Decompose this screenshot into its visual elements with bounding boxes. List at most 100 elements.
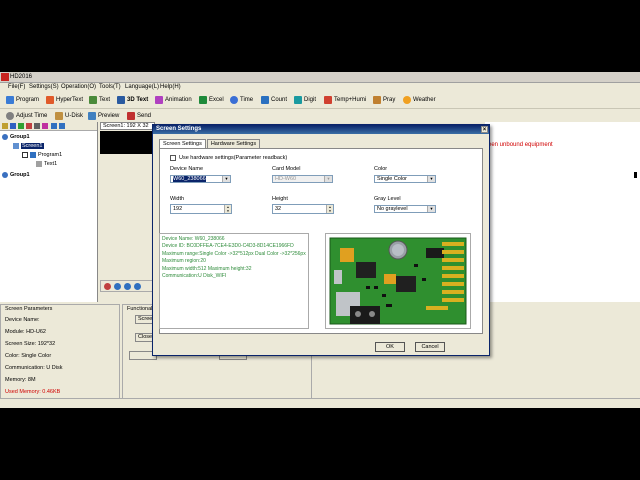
weather-label: Weather xyxy=(413,97,436,103)
device-info-box: Device Name: W60_238066 Device ID: BC0DF… xyxy=(159,233,309,329)
height-spinbox[interactable]: 32 ▲ ▼ xyxy=(272,204,334,214)
hypertext-button[interactable]: HyperText xyxy=(46,95,83,105)
adjust-time-label: Adjust Time xyxy=(16,113,48,119)
preview-icon xyxy=(88,112,96,120)
color-select[interactable]: Single Color ▼ xyxy=(374,175,436,183)
scroll-marker xyxy=(634,172,637,178)
menu-tools[interactable]: Tools(T) xyxy=(99,84,121,90)
dialog-title: Screen Settings xyxy=(156,126,202,132)
3d-text-icon xyxy=(117,96,125,104)
menu-settings[interactable]: Settings(S) xyxy=(29,84,59,90)
adjust-time-button[interactable]: Adjust Time xyxy=(6,111,47,121)
menu-file[interactable]: File(F) xyxy=(8,84,25,90)
add-icon[interactable] xyxy=(18,123,24,129)
tab-hardware-settings[interactable]: Hardware Settings xyxy=(206,139,261,148)
width-value: 192 xyxy=(173,206,183,212)
spin-arrows-icon[interactable]: ▲ ▼ xyxy=(224,205,231,213)
screen-node-icon xyxy=(13,143,19,149)
digit-label: Digit xyxy=(304,97,317,103)
text-button[interactable]: Text xyxy=(89,95,110,105)
program-node-icon xyxy=(30,152,36,158)
close-icon[interactable] xyxy=(42,123,48,129)
program-node-label: Program1 xyxy=(38,152,63,158)
3d-text-button[interactable]: 3D Text xyxy=(117,95,148,105)
folder-icon[interactable] xyxy=(2,123,8,129)
text-icon xyxy=(89,96,97,104)
text-label: Text xyxy=(99,97,111,103)
dialog-close-icon[interactable]: × xyxy=(481,126,488,133)
temp-humi-label: Temp+Humi xyxy=(334,97,367,103)
device-name-select[interactable]: W60_238066 ▼ xyxy=(170,175,231,183)
tree-text-1[interactable]: Text1 xyxy=(36,161,57,167)
checkbox-icon[interactable] xyxy=(22,152,28,158)
preview-button[interactable]: Preview xyxy=(88,111,119,121)
screen-icon[interactable] xyxy=(10,123,16,129)
use-hardware-checkbox[interactable] xyxy=(170,155,176,161)
menu-help[interactable]: Help(H) xyxy=(160,84,181,90)
group-icon xyxy=(2,134,8,140)
excel-icon xyxy=(199,96,207,104)
tree-screen-1[interactable]: Screen1 xyxy=(13,143,44,149)
main-toolbar: Program HyperText Text 3D Text Animation… xyxy=(0,92,640,109)
width-spinbox[interactable]: 192 ▲ ▼ xyxy=(170,204,232,214)
controller-card-image xyxy=(325,233,471,329)
program-button[interactable]: Program xyxy=(6,95,39,105)
card-model-label: Card Model xyxy=(272,166,301,172)
screen-parameters-panel: Screen Parameters Device Name: Module: H… xyxy=(0,304,120,399)
move-up-icon[interactable] xyxy=(51,123,57,129)
spin-arrows-icon[interactable]: ▲ ▼ xyxy=(326,205,333,213)
group-icon xyxy=(2,172,8,178)
copy-icon[interactable] xyxy=(34,123,40,129)
pray-label: Pray xyxy=(383,97,396,103)
fit-icon[interactable] xyxy=(134,283,141,290)
zoom-in-icon[interactable] xyxy=(114,283,121,290)
menu-language[interactable]: Language(L) xyxy=(125,84,159,90)
param-used-memory: Used Memory: 0.46KB xyxy=(5,389,61,395)
card-model-value: HD-W60 xyxy=(275,176,297,182)
info-line: Maximum range:Single Color ->32*512px Du… xyxy=(162,250,306,257)
cancel-button[interactable]: Cancel xyxy=(415,342,445,352)
zoom-out-icon[interactable] xyxy=(124,283,131,290)
tree-group-2[interactable]: Group1 xyxy=(2,172,30,178)
tab-screen-settings[interactable]: Screen Settings xyxy=(159,139,206,148)
u-disk-button[interactable]: U-Disk xyxy=(55,111,83,121)
param-communication: Communication: U Disk xyxy=(5,365,63,371)
excel-button[interactable]: Excel xyxy=(199,95,224,105)
weather-button[interactable]: Weather xyxy=(403,95,436,105)
pray-button[interactable]: Pray xyxy=(373,95,395,105)
animation-button[interactable]: Animation xyxy=(155,95,192,105)
u-disk-label: U-Disk xyxy=(65,113,83,119)
menu-operation[interactable]: Operation(O) xyxy=(61,84,96,90)
tree-program-1[interactable]: Program1 xyxy=(22,152,62,158)
time-button[interactable]: Time xyxy=(230,95,253,105)
digit-button[interactable]: Digit xyxy=(294,95,316,105)
func-title: Functional xyxy=(127,306,153,312)
hypertext-icon xyxy=(46,96,54,104)
gray-level-select[interactable]: No graylevel ▼ xyxy=(374,205,436,213)
screen-label: Screen1 xyxy=(21,143,44,149)
param-module: Module: HD-U62 xyxy=(5,329,46,335)
move-down-icon[interactable] xyxy=(59,123,65,129)
info-line: Communication:U Disk_WIFI xyxy=(162,273,227,280)
log-message: een unbound equipment xyxy=(488,142,553,148)
send-icon xyxy=(127,112,135,120)
window-title: HD2016 xyxy=(10,74,33,80)
stop-icon[interactable] xyxy=(104,283,111,290)
group-label: Group1 xyxy=(10,172,30,178)
tree-toolbar xyxy=(0,122,97,131)
preview-toolbar xyxy=(100,280,155,292)
clock-icon xyxy=(230,96,238,104)
secondary-toolbar: Adjust Time U-Disk Preview Send xyxy=(0,109,640,121)
tree-group-1[interactable]: Group1 xyxy=(2,134,30,140)
gray-level-value: No graylevel xyxy=(377,206,408,212)
count-button[interactable]: Count xyxy=(261,95,287,105)
digit-icon xyxy=(294,96,302,104)
card-model-select[interactable]: HD-W60 ▼ xyxy=(272,175,333,183)
animation-label: Animation xyxy=(165,97,192,103)
temp-humi-button[interactable]: Temp+Humi xyxy=(324,95,366,105)
send-button[interactable]: Send xyxy=(127,111,151,121)
chevron-down-icon: ▼ xyxy=(427,176,435,182)
ok-button[interactable]: OK xyxy=(375,342,405,352)
use-hardware-label: Use hardware settings(Parameter readback… xyxy=(179,155,288,161)
delete-icon[interactable] xyxy=(26,123,32,129)
